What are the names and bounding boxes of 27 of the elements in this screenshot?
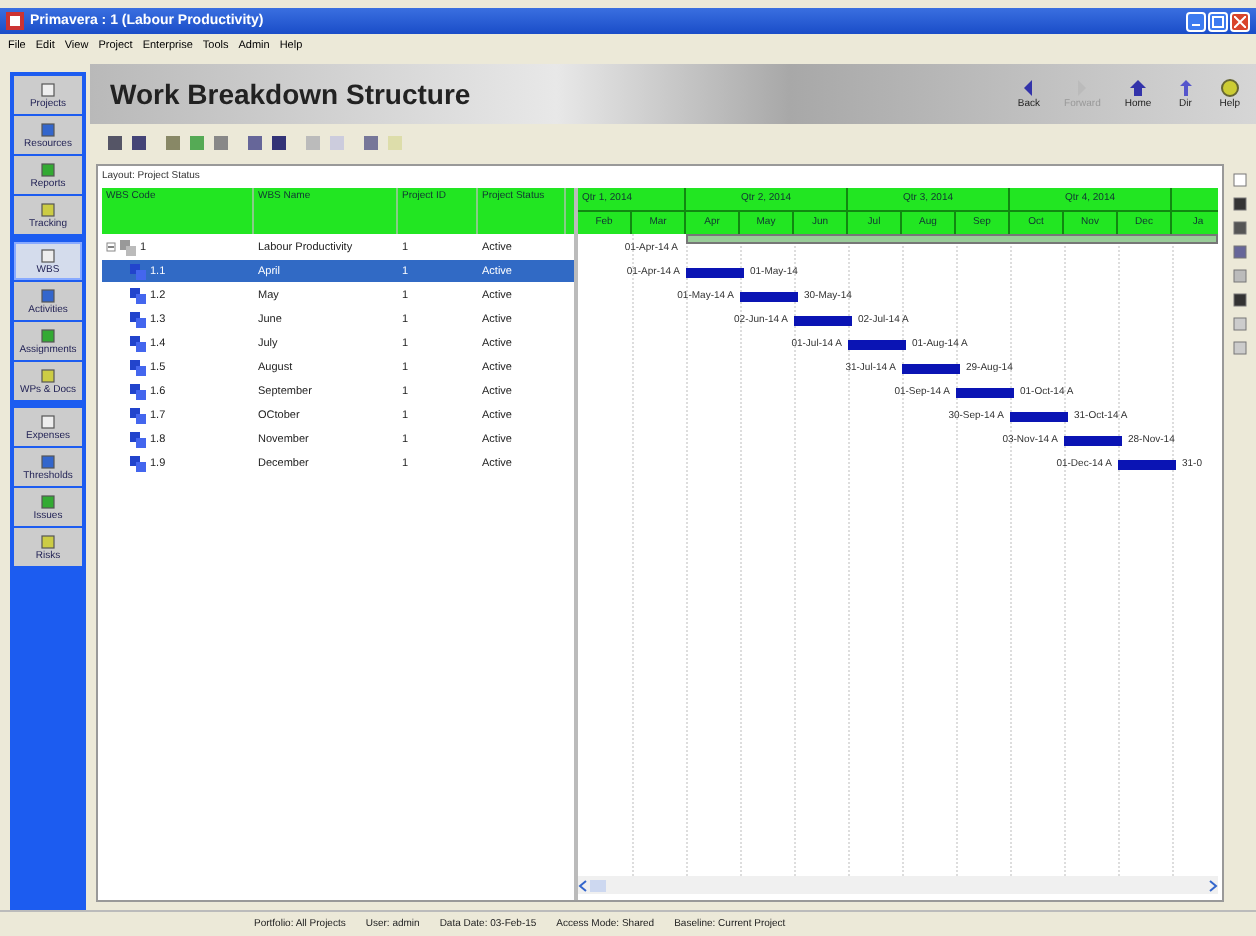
module-icon — [40, 287, 56, 303]
module-icon — [40, 247, 56, 263]
module-icon — [40, 81, 56, 97]
arrow-icon — [1128, 78, 1149, 98]
module-icon — [40, 413, 56, 429]
collapse-icon[interactable] — [106, 242, 116, 252]
module-icon — [40, 327, 56, 343]
minimize-button[interactable] — [1186, 11, 1206, 31]
close-icon — [1234, 15, 1246, 27]
module-icon — [40, 201, 56, 217]
help-icon — [1219, 78, 1240, 98]
maximize-icon — [1212, 15, 1224, 27]
horizontal-scrollbar[interactable] — [578, 876, 1218, 894]
module-icon — [40, 493, 56, 509]
scroll-thumb[interactable] — [590, 879, 606, 891]
module-icon — [40, 533, 56, 549]
arrow-icon — [1175, 78, 1196, 98]
scroll-left-icon[interactable] — [578, 879, 588, 891]
maximize-button[interactable] — [1208, 11, 1228, 31]
module-icon — [40, 367, 56, 383]
module-icon — [40, 161, 56, 177]
module-icon — [40, 453, 56, 469]
scroll-right-icon[interactable] — [1208, 879, 1218, 891]
close-button[interactable] — [1230, 11, 1250, 31]
page-title: Work Breakdown Structure — [110, 78, 471, 110]
module-icon — [40, 121, 56, 137]
app-icon — [6, 12, 24, 30]
